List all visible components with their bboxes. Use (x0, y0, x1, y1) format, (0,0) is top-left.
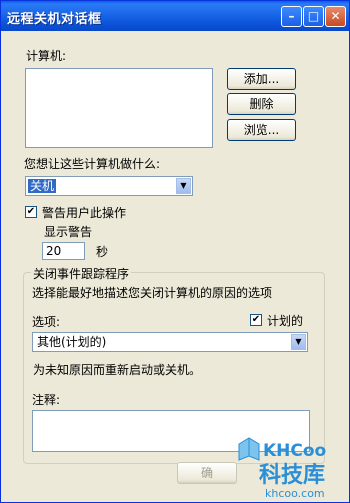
watermark-name: 科技库 (259, 463, 325, 488)
close-button[interactable]: ✕ (325, 6, 346, 27)
minimize-button[interactable]: – (281, 6, 302, 27)
warn-checkbox-label: 警告用户此操作 (42, 206, 127, 220)
ok-button[interactable]: 确 (177, 462, 237, 484)
watermark-brand: KHCoo (263, 441, 326, 461)
reason-note: 为未知原因而重新启动或关机。 (33, 363, 202, 377)
warn-checkbox[interactable]: ✔ (25, 206, 37, 218)
title-bar[interactable]: 远程关机对话框 – □ ✕ (1, 1, 349, 31)
action-selected-value: 关机 (28, 179, 57, 193)
reason-select[interactable]: 其他(计划的) ▼ (32, 332, 308, 352)
delete-button[interactable]: 删除 (227, 93, 296, 115)
chevron-down-icon[interactable]: ▼ (176, 178, 191, 194)
planned-checkbox[interactable]: ✔ (250, 314, 262, 326)
window-title: 远程关机对话框 (7, 12, 102, 27)
dialog-window: 远程关机对话框 – □ ✕ 计算机: 添加... 删除 浏览... 您想让这些计… (0, 0, 350, 503)
reason-selected-value: 其他(计划的) (37, 335, 107, 349)
planned-checkbox-label: 计划的 (267, 314, 304, 328)
computers-label: 计算机: (26, 49, 67, 63)
warning-seconds-input[interactable]: 20 (42, 242, 85, 260)
book-icon (238, 437, 260, 461)
display-warning-label: 显示警告 (44, 225, 93, 239)
computers-listbox[interactable] (25, 68, 213, 148)
action-select[interactable]: 关机 ▼ (25, 176, 193, 196)
browse-button[interactable]: 浏览... (227, 119, 296, 141)
maximize-button[interactable]: □ (303, 6, 324, 27)
comment-label: 注释: (32, 393, 61, 407)
chevron-down-icon[interactable]: ▼ (291, 334, 306, 350)
seconds-unit-label: 秒 (96, 245, 109, 259)
event-tracker-description: 选择能最好地描述您关闭计算机的原因的选项 (32, 286, 273, 300)
option-label: 选项: (32, 315, 61, 329)
add-button[interactable]: 添加... (227, 68, 296, 90)
khcoo-watermark-logo: KHCoo 科技库 khcoo.com (238, 437, 326, 500)
watermark-url: khcoo.com (265, 487, 325, 500)
event-tracker-title: 关闭事件跟踪程序 (31, 265, 132, 282)
action-prompt: 您想让这些计算机做什么: (24, 157, 161, 171)
